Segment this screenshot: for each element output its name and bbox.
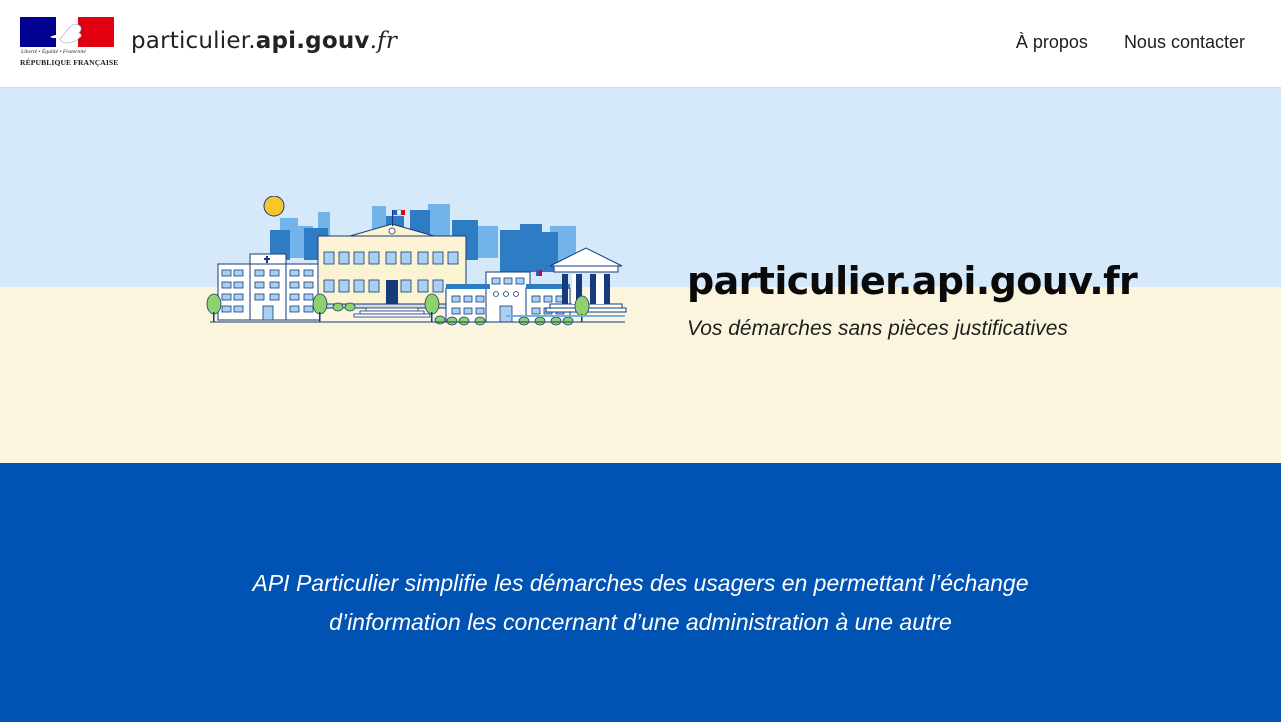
hero-section: particulier.api.gouv.fr Vos démarches sa… <box>0 88 1281 463</box>
intro-text: API Particulier simplifie les démarches … <box>140 564 1141 642</box>
nav-link-nous-contacter[interactable]: Nous contacter <box>1124 32 1245 53</box>
intro-text-line-1: API Particulier simplifie les démarches … <box>252 570 1029 596</box>
site-title-bold: api.gouv <box>255 28 370 54</box>
hero-title: particulier.api.gouv.fr <box>687 259 1138 304</box>
nav-link-a-propos[interactable]: À propos <box>1016 32 1088 53</box>
republic-label: RÉPUBLIQUE FRANÇAISE <box>20 58 119 67</box>
site-title-suffix: .fr <box>369 28 398 54</box>
city-buildings-illustration <box>200 195 630 336</box>
intro-text-line-2: d’information les concernant d’une admin… <box>329 609 952 635</box>
republique-francaise-logo[interactable]: Liberté • Égalité • Fraternité RÉPUBLIQU… <box>20 17 119 69</box>
marianne-flag-icon <box>20 17 114 47</box>
main-nav: À propos Nous contacter <box>1016 32 1245 53</box>
site-title-link[interactable]: particulier.api.gouv.fr <box>131 28 397 54</box>
site-header: Liberté • Égalité • Fraternité RÉPUBLIQU… <box>0 0 1281 88</box>
intro-band: API Particulier simplifie les démarches … <box>0 463 1281 722</box>
hero-sky-background <box>0 88 1281 287</box>
site-title-prefix: particulier. <box>131 28 256 54</box>
hero-subtitle: Vos démarches sans pièces justificatives <box>687 317 1068 340</box>
hero-ground-background <box>0 287 1281 463</box>
republic-motto: Liberté • Égalité • Fraternité <box>21 49 86 55</box>
